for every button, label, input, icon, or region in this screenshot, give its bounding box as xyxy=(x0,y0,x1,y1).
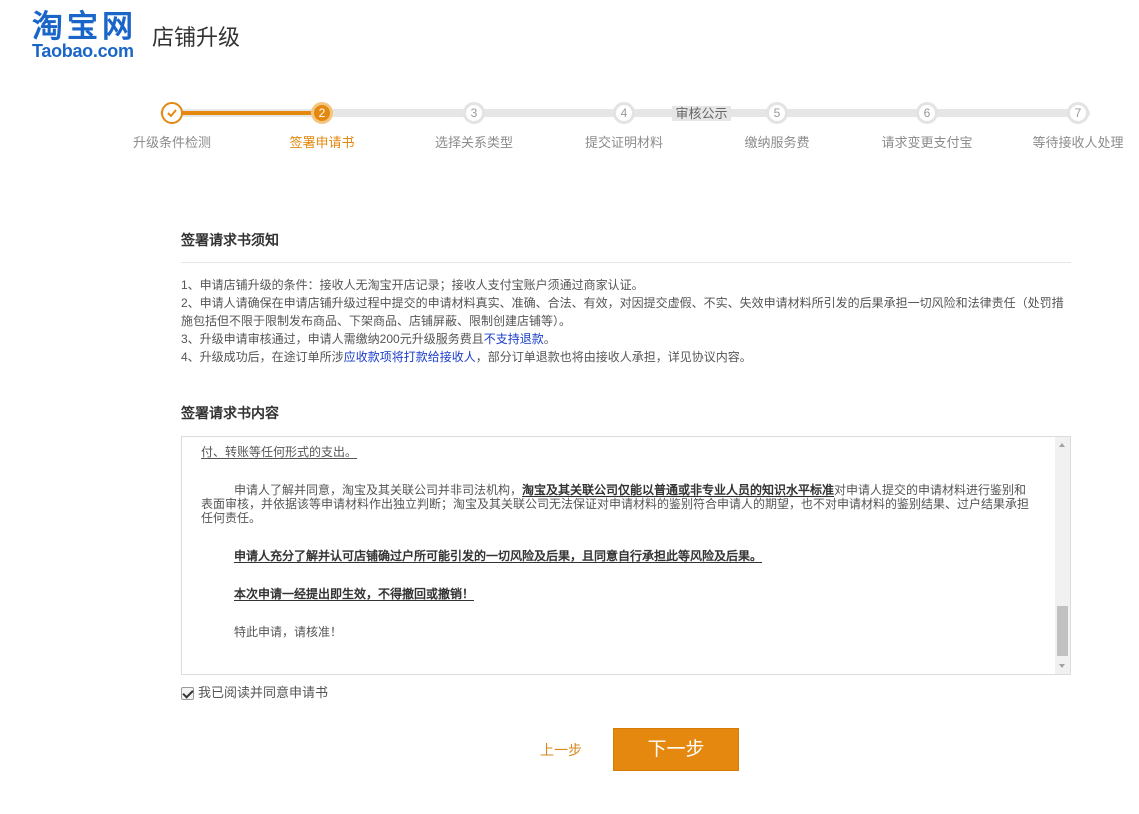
agreement-paragraph: 付、转账等任何形式的支出。 xyxy=(201,445,358,459)
next-step-button[interactable]: 下一步 xyxy=(613,728,739,771)
scroll-down-arrow-icon[interactable] xyxy=(1055,658,1070,674)
step-6-circle: 6 xyxy=(916,102,938,124)
step-7-circle: 7 xyxy=(1067,102,1089,124)
no-refund-link[interactable]: 不支持退款 xyxy=(484,332,544,346)
agree-checkbox[interactable] xyxy=(181,687,194,700)
notice-item: 1、申请店铺升级的条件：接收人无淘宝开店记录；接收人支付宝账户须通过商家认证。 xyxy=(181,278,644,292)
page-title: 店铺升级 xyxy=(152,25,241,50)
notice-item-text: 。 xyxy=(543,332,556,346)
agreement-paragraph: 申请人充分了解并认可店铺确过户所可能引发的一切风险及后果，且同意自行承担此等风险… xyxy=(201,549,1031,563)
agreement-emphasis: 本次申请一经提出即生效，不得撤回或撤销！ xyxy=(234,587,475,601)
step-1-label: 升级条件检测 xyxy=(132,135,211,150)
notice-divider xyxy=(181,262,1071,263)
step-3-circle: 3 xyxy=(463,102,485,124)
step-5-circle: 5 xyxy=(766,102,788,124)
step-2-label: 签署申请书 xyxy=(289,135,355,150)
agreement-scroll-box[interactable]: 付、转账等任何形式的支出。 申请人了解并同意，淘宝及其关联公司并非司法机构，淘宝… xyxy=(181,436,1071,675)
notice-title: 签署请求书须知 xyxy=(181,232,279,248)
agreement-scrollbar[interactable] xyxy=(1055,437,1070,674)
agreement-text: 申请人了解并同意，淘宝及其关联公司并非司法机构， xyxy=(234,483,523,497)
agreement-paragraph: 特此申请，请核准！ xyxy=(234,625,343,639)
logo-english-text: Taobao.com xyxy=(32,41,134,61)
notice-item-text: ，部分订单退款也将由接收人承担，详见协议内容。 xyxy=(475,350,752,364)
step-3-label: 选择关系类型 xyxy=(434,135,513,150)
agreement-paragraph: 申请人了解并同意，淘宝及其关联公司并非司法机构，淘宝及其关联公司仅能以普通或非专… xyxy=(201,483,1031,525)
previous-step-link[interactable]: 上一步 xyxy=(540,741,582,759)
step-4-label: 提交证明材料 xyxy=(584,135,663,150)
logo-chinese-text: 淘宝网 xyxy=(32,9,137,44)
notice-item: 2、申请人请确保在申请店铺升级过程中提交的申请材料真实、准确、合法、有效，对因提… xyxy=(181,296,1064,328)
check-icon xyxy=(167,109,177,117)
notice-item: 4、升级成功后，在途订单所涉应收款项将打款给接收人，部分订单退款也将由接收人承担… xyxy=(181,348,1071,366)
step-7-label: 等待接收人处理 xyxy=(1032,135,1124,150)
notice-item: 3、升级申请审核通过，申请人需缴纳200元升级服务费且不支持退款。 xyxy=(181,330,1071,348)
agreement-paragraph: 本次申请一经提出即生效，不得撤回或撤销！ xyxy=(201,587,1031,601)
notice-item-text: 4、升级成功后，在途订单所涉 xyxy=(181,350,344,364)
agreement-emphasis: 申请人充分了解并认可店铺确过户所可能引发的一切风险及后果，且同意自行承担此等风险… xyxy=(234,549,763,563)
agreement-emphasis: 淘宝及其关联公司仅能以普通或非专业人员的知识水平标准 xyxy=(522,483,835,497)
step-4-circle: 4 xyxy=(613,102,635,124)
progress-fill xyxy=(172,111,322,115)
taobao-logo[interactable]: 淘宝网 Taobao.com xyxy=(32,11,144,61)
notice-item-text: 3、升级申请审核通过，申请人需缴纳200元升级服务费且 xyxy=(181,332,484,346)
receivables-link[interactable]: 应收款项将打款给接收人 xyxy=(344,350,476,364)
scroll-track[interactable] xyxy=(1055,453,1070,658)
agree-checkbox-label[interactable]: 我已阅读并同意申请书 xyxy=(198,685,328,701)
scroll-up-arrow-icon[interactable] xyxy=(1055,437,1070,453)
agreement-content: 付、转账等任何形式的支出。 申请人了解并同意，淘宝及其关联公司并非司法机构，淘宝… xyxy=(182,437,1055,674)
review-publicity-tag: 审核公示 xyxy=(672,106,731,121)
step-1-circle xyxy=(161,102,183,124)
step-5-label: 缴纳服务费 xyxy=(744,135,810,150)
step-6-label: 请求变更支付宝 xyxy=(881,135,973,150)
agreement-title: 签署请求书内容 xyxy=(181,405,279,421)
scroll-thumb[interactable] xyxy=(1057,606,1068,657)
step-2-circle: 2 xyxy=(311,102,333,124)
notice-list: 1、申请店铺升级的条件：接收人无淘宝开店记录；接收人支付宝账户须通过商家认证。 … xyxy=(181,276,1071,366)
